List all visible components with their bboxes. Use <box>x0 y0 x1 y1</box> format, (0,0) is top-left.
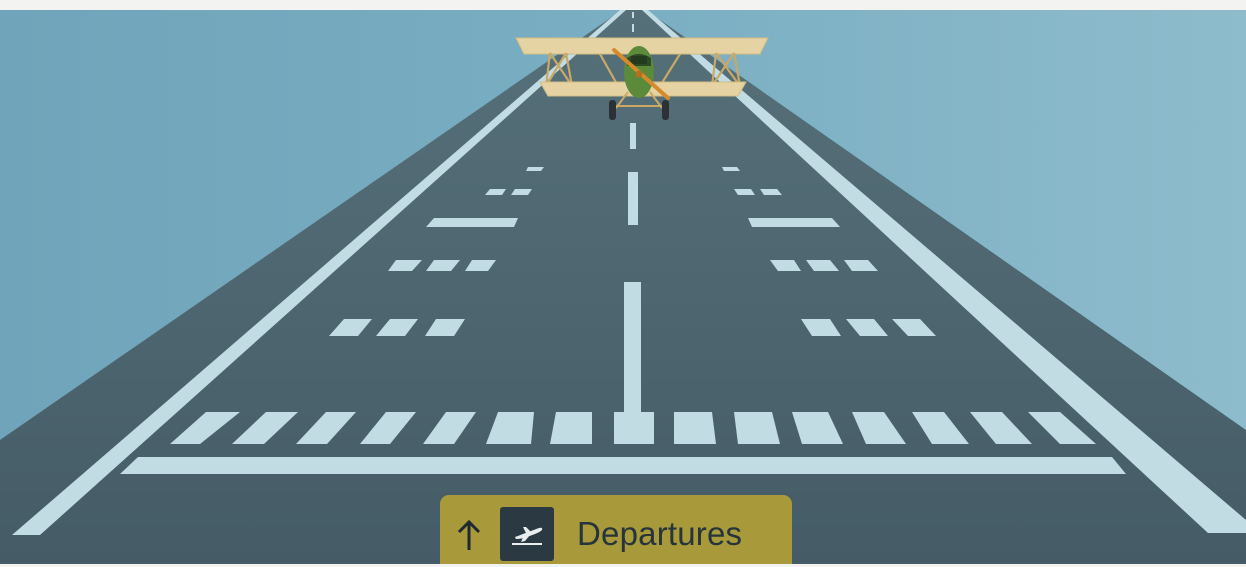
threshold-bar <box>120 457 1126 474</box>
runway-scene <box>0 10 1246 564</box>
left-wheel <box>609 100 616 120</box>
sign-label: Departures <box>577 514 743 552</box>
departing-plane-icon <box>500 506 554 561</box>
departures-sign: Departures <box>440 495 792 564</box>
arrow-up-icon <box>440 502 498 562</box>
right-wheel <box>662 100 669 120</box>
